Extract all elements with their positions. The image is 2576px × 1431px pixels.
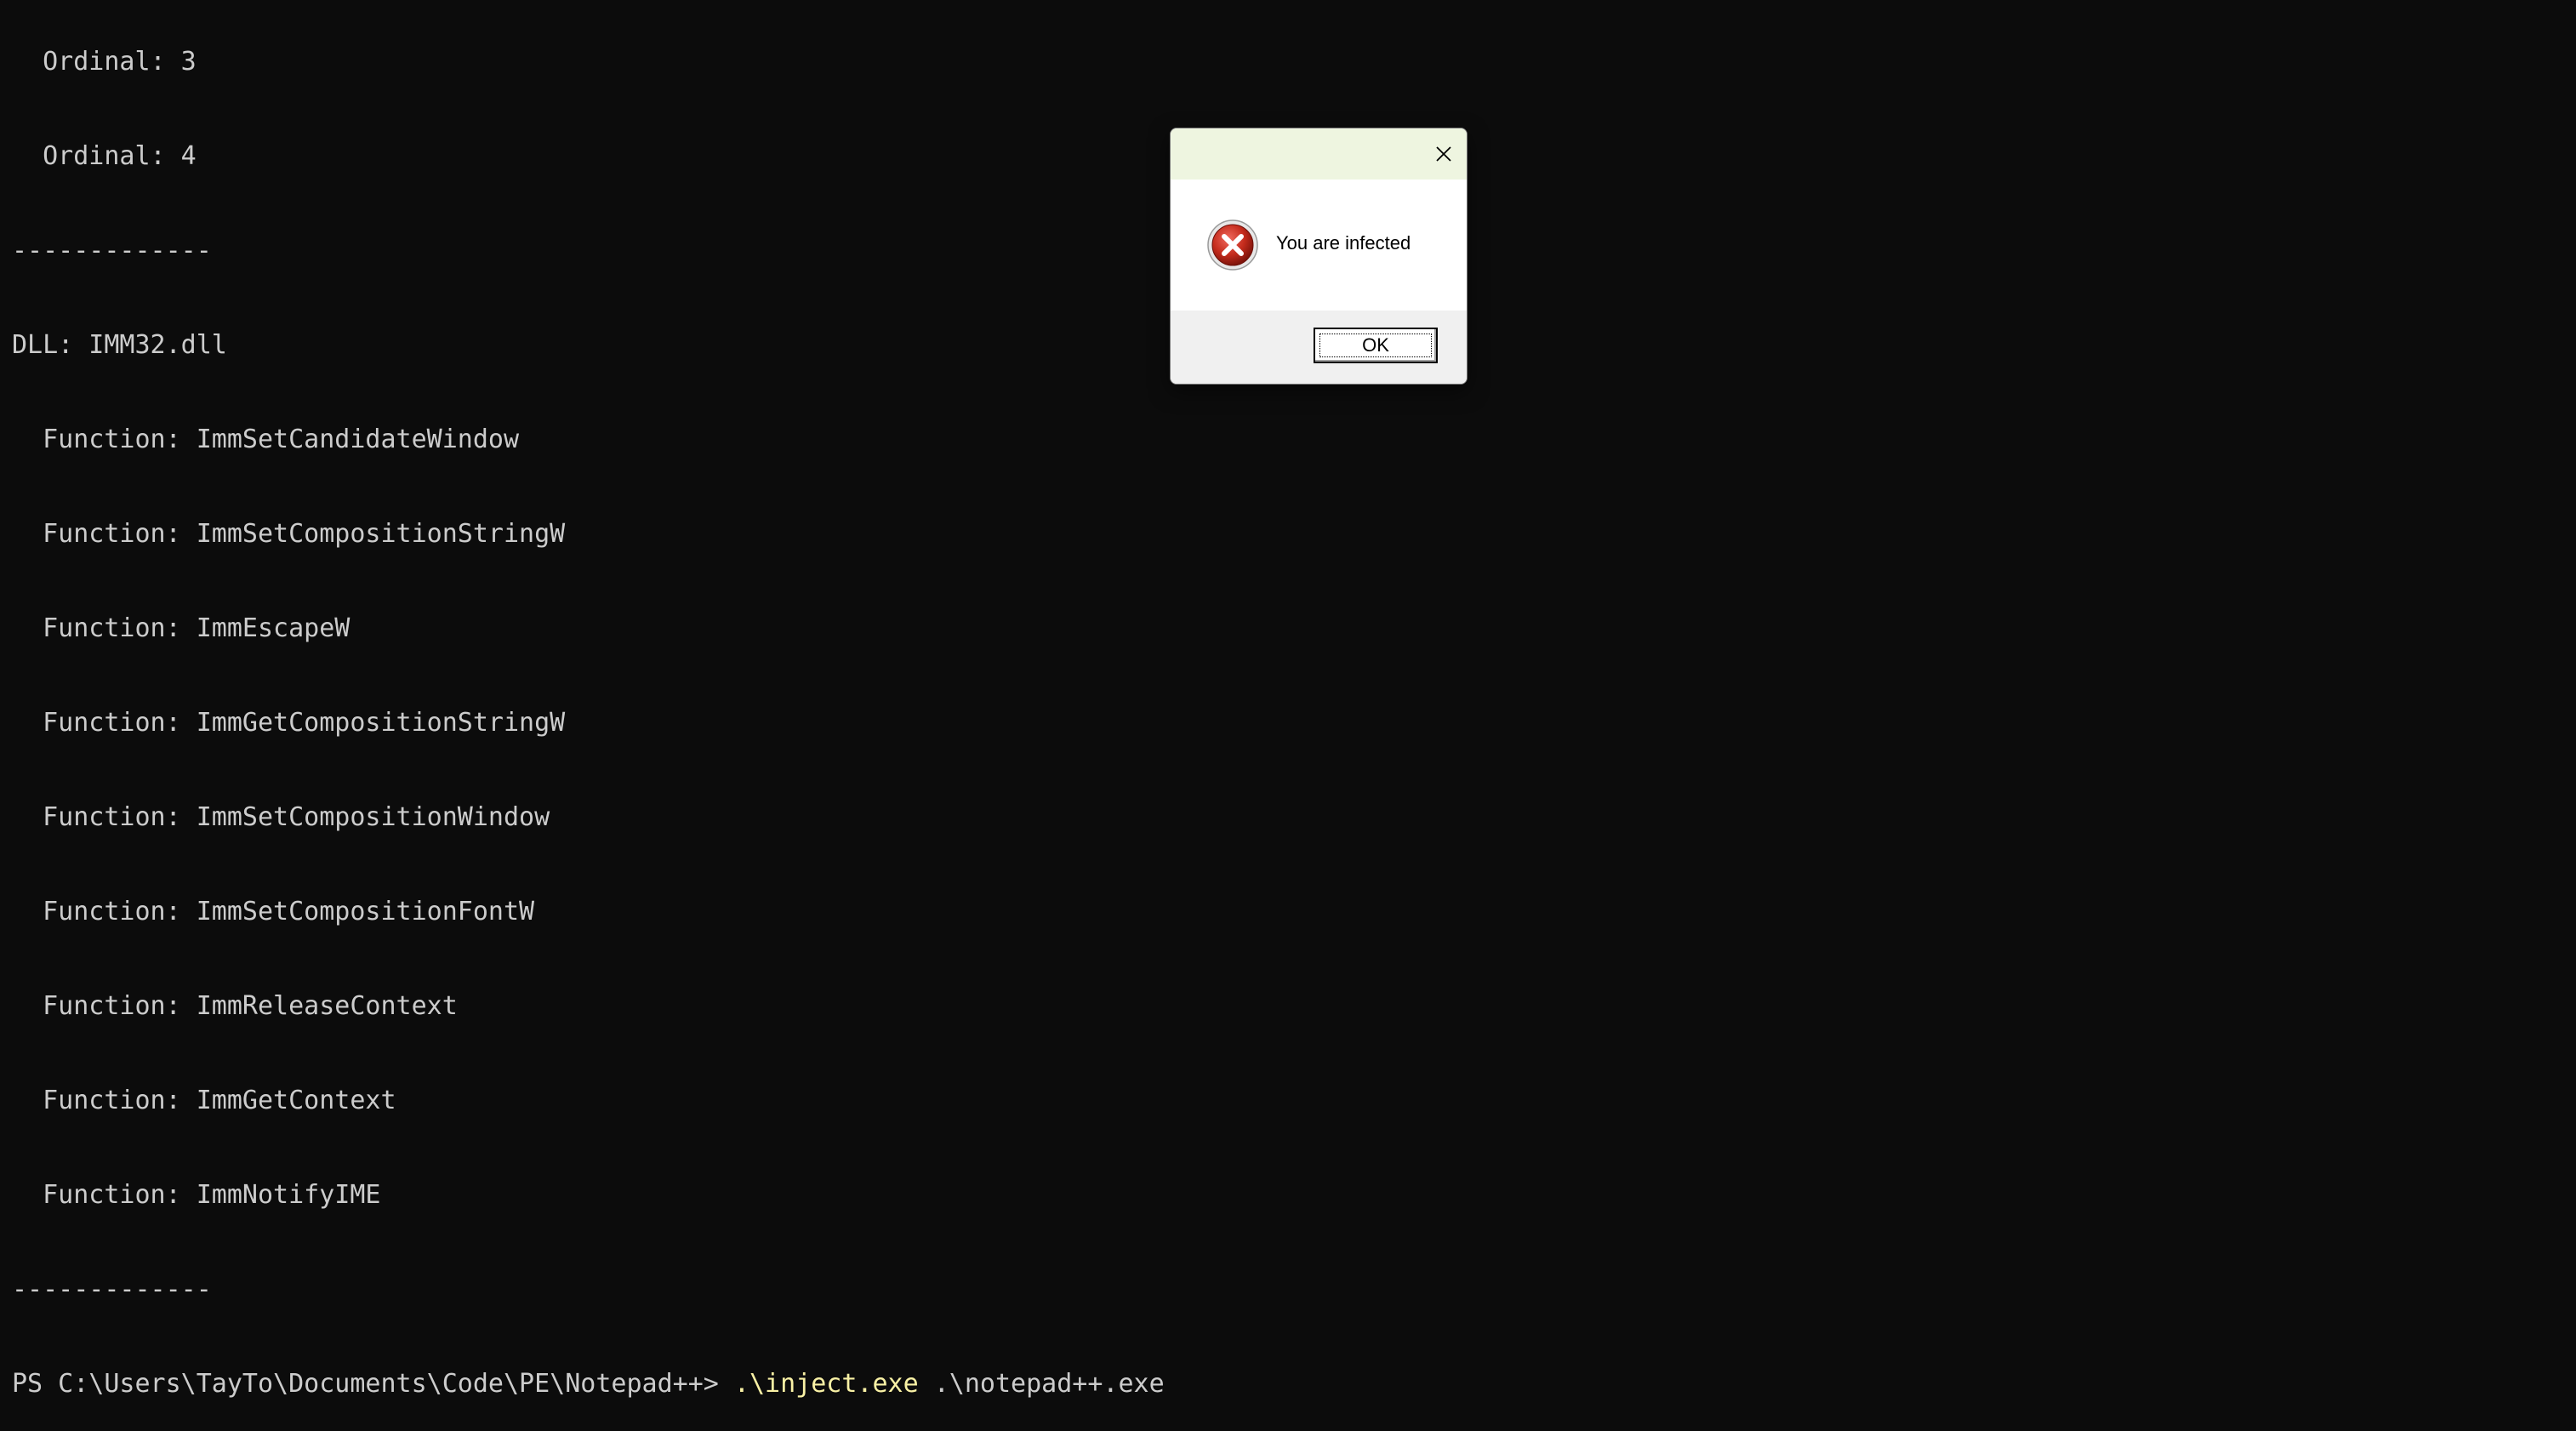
dialog-footer: OK bbox=[1171, 311, 1467, 384]
close-icon bbox=[1436, 146, 1451, 162]
terminal-line: Function: ImmNotifyIME bbox=[12, 1180, 381, 1210]
terminal-line: Function: ImmSetCompositionWindow bbox=[12, 802, 550, 832]
terminal-line: ------------- bbox=[12, 1274, 212, 1304]
prompt-argument: .\notepad++.exe bbox=[918, 1369, 1165, 1399]
prompt-command: .\inject.exe bbox=[733, 1369, 919, 1399]
ok-button-label: OK bbox=[1319, 334, 1432, 357]
terminal-line: Function: ImmSetCompositionFontW bbox=[12, 897, 535, 926]
error-icon bbox=[1207, 219, 1258, 271]
dialog-titlebar[interactable] bbox=[1171, 128, 1467, 180]
terminal-window[interactable]: Ordinal: 3 Ordinal: 4 ------------- DLL:… bbox=[0, 0, 2576, 1399]
terminal-line: Function: ImmReleaseContext bbox=[12, 991, 458, 1021]
terminal-line: Function: ImmSetCandidateWindow bbox=[12, 425, 520, 454]
close-button[interactable] bbox=[1419, 128, 1467, 180]
terminal-line: Function: ImmGetCompositionStringW bbox=[12, 708, 566, 738]
terminal-line: Function: ImmSetCompositionStringW bbox=[12, 519, 566, 549]
terminal-line: Ordinal: 3 bbox=[12, 47, 197, 77]
dialog-body: You are infected bbox=[1171, 180, 1467, 311]
terminal-line: Function: ImmEscapeW bbox=[12, 613, 350, 643]
prompt-path: PS C:\Users\TayTo\Documents\Code\PE\Note… bbox=[12, 1369, 734, 1399]
prompt-line[interactable]: PS C:\Users\TayTo\Documents\Code\PE\Note… bbox=[0, 1368, 2576, 1400]
terminal-line: Function: ImmGetContext bbox=[12, 1086, 396, 1115]
dialog-message: You are infected bbox=[1276, 232, 1411, 254]
message-box-dialog: You are infected OK bbox=[1170, 128, 1468, 385]
ok-button[interactable]: OK bbox=[1314, 328, 1438, 363]
